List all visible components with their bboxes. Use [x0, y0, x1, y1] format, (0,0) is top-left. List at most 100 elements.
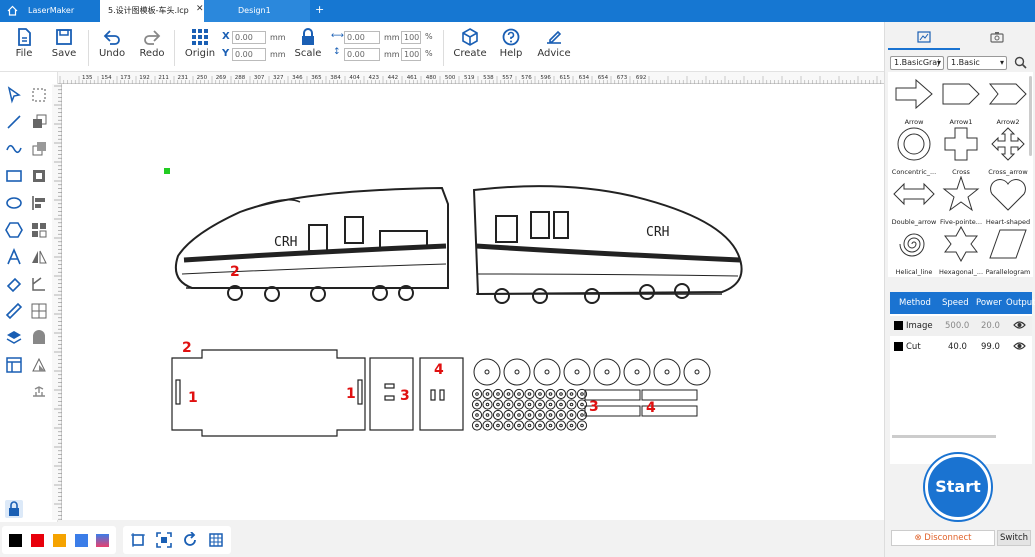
home-icon[interactable] — [7, 5, 18, 16]
polygon-tool-icon[interactable] — [5, 221, 23, 239]
design-canvas[interactable]: CRH CRH 2 1 2 1 3 4 3 4 — [62, 84, 884, 520]
search-icon[interactable] — [1014, 56, 1027, 72]
fit-selection-icon[interactable] — [156, 532, 172, 551]
layer-row-cut[interactable]: Cut 40.0 99.0 — [890, 337, 1032, 357]
disc-hole — [559, 402, 563, 407]
help-button[interactable]: Help — [489, 28, 533, 59]
tab-design1[interactable]: Design1 — [204, 0, 310, 22]
axle-parts[interactable] — [584, 389, 698, 417]
redo-button[interactable]: Redo — [130, 28, 174, 59]
fit-page-icon[interactable] — [130, 532, 146, 551]
curve-tool-icon[interactable] — [5, 140, 23, 158]
shape-double-arrow[interactable]: Double_arrow — [891, 176, 937, 226]
title-bar: LaserMaker 2.0.15 5.设计图模板-车头.lcp ✕ Desig… — [0, 0, 1035, 37]
shape-category-select[interactable]: 1.BasicGraj ▾ — [890, 56, 944, 70]
grid-view-icon[interactable] — [208, 532, 224, 551]
close-tab-icon[interactable]: ✕ — [196, 4, 204, 14]
text-tool-icon[interactable] — [5, 247, 23, 266]
width-input[interactable]: 0.00 — [344, 31, 380, 44]
panel-tab-camera[interactable] — [961, 28, 1033, 50]
rectangle-tool-icon[interactable] — [5, 167, 23, 185]
shape-five-pointed-star[interactable]: Five-pointe... — [938, 175, 984, 226]
shape-library-scrollbar[interactable] — [1029, 76, 1032, 156]
origin-button[interactable]: Origin — [178, 28, 222, 59]
shape-arrow1[interactable]: Arrow1 — [938, 76, 984, 126]
layout-pieces[interactable] — [171, 349, 464, 437]
wheel-discs[interactable] — [471, 358, 711, 431]
group-icon[interactable] — [30, 221, 48, 239]
shape-concentric[interactable]: Concentric_... — [891, 126, 937, 176]
color-swatch-red[interactable] — [31, 534, 44, 547]
eraser-tool-icon[interactable] — [5, 275, 23, 293]
select-tool-icon[interactable] — [5, 86, 23, 104]
disc-hole — [580, 423, 584, 428]
mirror-icon[interactable] — [30, 248, 48, 266]
layer-order-icon[interactable] — [30, 113, 48, 131]
layer-front-icon[interactable] — [30, 167, 48, 185]
angle-icon[interactable] — [30, 275, 48, 293]
eye-icon[interactable] — [1013, 320, 1026, 333]
shape-helical-line[interactable]: Helical_line — [891, 226, 937, 276]
shape-cross[interactable]: Cross — [938, 126, 984, 176]
tab-file-1[interactable]: 5.设计图模板-车头.lcp — [100, 0, 204, 22]
x-position-input[interactable]: 0.00 — [232, 31, 266, 44]
height-percent-input[interactable]: 100 — [401, 48, 421, 61]
boolean-icon[interactable] — [30, 329, 48, 347]
undo-button[interactable]: Undo — [90, 28, 134, 59]
add-tab-icon[interactable]: + — [315, 3, 324, 16]
color-swatch-blue[interactable] — [75, 534, 88, 547]
ellipse-tool-icon[interactable] — [5, 194, 23, 212]
shape-arrow2[interactable]: Arrow2 — [985, 76, 1031, 126]
shape-hexagonal-star[interactable]: Hexagonal_... — [938, 225, 984, 276]
ruler-tick-label: 557 — [502, 75, 513, 81]
disc-hole — [580, 392, 584, 396]
eye-icon[interactable] — [1013, 341, 1026, 354]
disc-small — [492, 399, 504, 410]
rotate-view-icon[interactable] — [182, 531, 198, 551]
part-label: 4 — [646, 400, 656, 416]
lock-layer-icon[interactable] — [5, 500, 23, 518]
table-tool-icon[interactable] — [5, 356, 23, 374]
file-button[interactable]: File — [2, 28, 46, 59]
advice-button[interactable]: Advice — [532, 28, 576, 59]
transform-icon[interactable] — [30, 356, 48, 374]
train-car-right[interactable] — [472, 185, 743, 304]
disc-small — [471, 399, 483, 410]
align-left-icon[interactable] — [30, 194, 48, 212]
shape-label: Parallelogram — [985, 268, 1031, 276]
ruler-ticks-vertical — [54, 85, 62, 520]
disc-hole — [527, 402, 532, 407]
line-tool-icon[interactable] — [5, 113, 23, 131]
layer-row-image[interactable]: Image 500.0 20.0 — [890, 316, 1032, 336]
layers-icon[interactable] — [5, 329, 23, 347]
width-percent-input[interactable]: 100 — [401, 31, 421, 44]
start-button[interactable]: Start — [925, 454, 991, 520]
crop-select-icon[interactable] — [30, 86, 48, 104]
shape-subcategory-select[interactable]: 1.Basic ▾ — [947, 56, 1007, 70]
layer-back-icon[interactable] — [30, 140, 48, 158]
switch-button[interactable]: Switch — [997, 530, 1031, 546]
shape-arrow[interactable]: Arrow — [891, 76, 937, 126]
shape-parallelogram[interactable]: Parallelogram — [985, 226, 1031, 276]
disc-hole — [484, 369, 490, 375]
height-input[interactable]: 0.00 — [344, 48, 380, 61]
ruler-tick-label: 673 — [617, 75, 628, 81]
save-button[interactable]: Save — [42, 28, 86, 59]
y-position-input[interactable]: 0.00 — [232, 48, 266, 61]
color-swatch-gradient[interactable] — [96, 534, 109, 547]
create-button[interactable]: Create — [448, 28, 492, 59]
shape-label: Cross — [952, 168, 970, 176]
shape-heart[interactable]: Heart-shaped — [985, 176, 1031, 226]
shape-cross-arrow[interactable]: Cross_arrow — [985, 126, 1031, 176]
scale-lock-button[interactable]: Scale — [286, 28, 330, 59]
disc-hole — [506, 423, 511, 428]
color-swatch-orange[interactable] — [53, 534, 66, 547]
ruler-tool-icon[interactable] — [5, 302, 23, 320]
array-icon[interactable] — [30, 302, 48, 320]
layer-table-scrollbar[interactable] — [892, 435, 996, 438]
stamp-icon[interactable] — [30, 383, 48, 401]
color-swatch-black[interactable] — [9, 534, 22, 547]
train-car-left[interactable] — [174, 186, 449, 302]
panel-tab-shapes[interactable] — [888, 28, 960, 50]
disconnect-button[interactable]: ⊗ Disconnect — [891, 530, 995, 546]
